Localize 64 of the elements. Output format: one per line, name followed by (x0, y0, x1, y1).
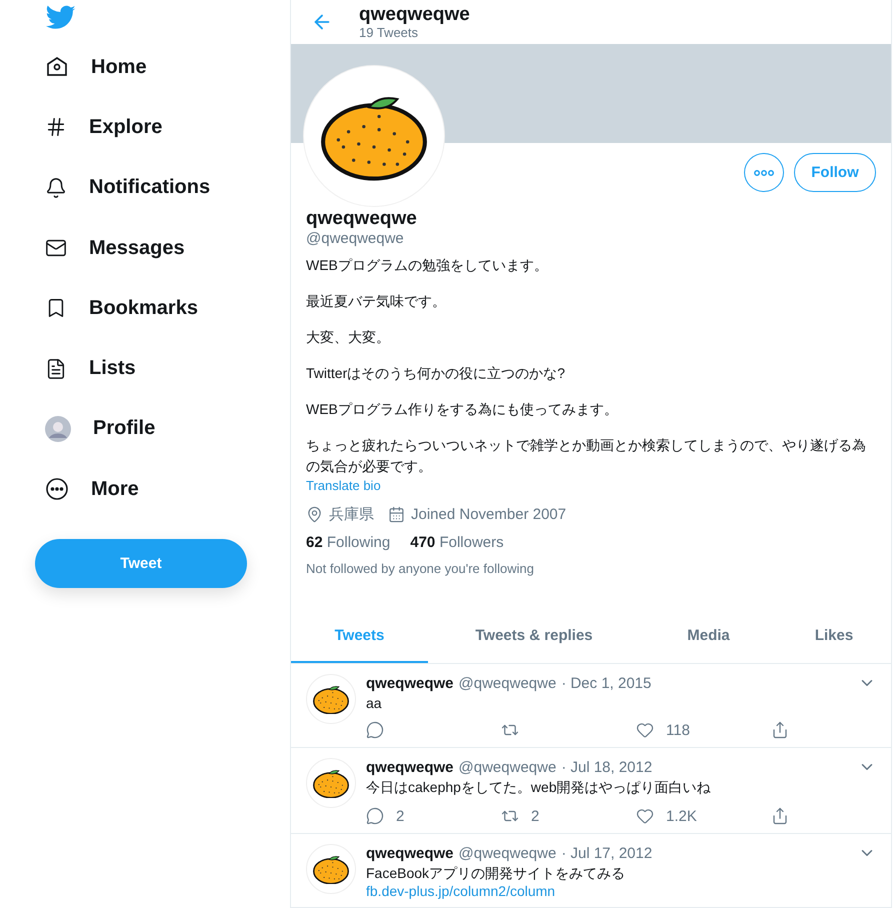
tweet-handle: @qweqweqwe (458, 844, 556, 862)
nav-item[interactable]: Profile (35, 398, 156, 460)
share-icon[interactable] (771, 807, 789, 825)
more-button[interactable] (744, 153, 784, 192)
tweet-text: FaceBookアプリの開発サイトをみてみる (366, 865, 626, 883)
tweet-text: 今日はcakephpをしてた。web開発はやっぱり面白いね (366, 779, 712, 797)
tweet-avatar[interactable] (306, 674, 356, 724)
profile-tab[interactable]: Likes (777, 610, 891, 663)
tweet-handle: @qweqweqwe (458, 758, 556, 776)
reply-icon[interactable] (366, 807, 384, 825)
list-icon[interactable] (45, 358, 67, 380)
profile-tab[interactable]: Media (640, 610, 777, 663)
followed-note: Not followed by anyone you're following (306, 561, 535, 576)
reply-count: 2 (396, 808, 404, 824)
hashtag-icon[interactable] (45, 116, 67, 138)
nav-item[interactable]: Notifications (35, 158, 210, 218)
profile-title: qweqweqwe (359, 4, 470, 25)
tweet-avatar[interactable] (306, 758, 356, 808)
bio-text: WEBプログラムの勉強をしています。 (306, 256, 549, 275)
reply-icon[interactable] (366, 721, 384, 739)
following-link[interactable]: 62 Following (306, 534, 390, 551)
profile-handle: @qweqweqwe (306, 230, 405, 247)
fruit-drawing (312, 768, 350, 798)
nav-item[interactable]: Home (35, 37, 147, 98)
like-count: 1.2K (666, 808, 697, 824)
nav-item[interactable]: More (35, 459, 139, 520)
tweet-date: · Dec 1, 2015 (561, 674, 652, 692)
nav-item[interactable]: Bookmarks (35, 278, 198, 338)
tweet-handle: @qweqweqwe (458, 674, 556, 692)
nav-item[interactable]: Explore (35, 97, 162, 158)
fruit-drawing (312, 684, 350, 714)
nav-item[interactable]: Messages (35, 218, 185, 278)
heart-icon[interactable] (636, 721, 654, 739)
tweet-count: 19 Tweets (359, 24, 420, 40)
location-text: 兵庫県 (329, 505, 374, 524)
followers-link[interactable]: 470 Followers (410, 534, 504, 551)
bio-text: Twitterはそのうち何かの役に立つのかな? (306, 364, 566, 383)
more-icon (754, 170, 774, 176)
tweet-author[interactable]: qweqweqwe (366, 674, 454, 692)
profile-name: qweqweqwe (306, 208, 418, 230)
bio-text: ちょっと疲れたらついついネットで雑学とか動画とか検索してしまうので、やり遂げる為の気合が必要です。 (306, 436, 867, 476)
profile-tab[interactable]: Tweets & replies (428, 610, 640, 663)
heart-icon[interactable] (636, 807, 654, 825)
bird-logo[interactable] (46, 5, 76, 31)
tweet-avatar[interactable] (306, 844, 356, 894)
bio-text: 大変、大変。 (306, 328, 391, 347)
fruit-drawing (312, 854, 350, 884)
bio-text: WEBプログラム作りをする為にも使ってみます。 (306, 400, 619, 419)
avatar-icon[interactable] (45, 416, 71, 442)
tweet-date: · Jul 17, 2012 (561, 844, 652, 862)
bio-text: 最近夏バテ気味です。 (306, 292, 447, 311)
bell-icon[interactable] (45, 176, 67, 199)
share-icon[interactable] (771, 721, 789, 739)
location-icon (306, 506, 323, 523)
joined-date: Joined November 2007 (411, 506, 566, 523)
retweet-count: 2 (531, 808, 540, 824)
tweet-text: aa (366, 695, 383, 711)
tweet-author[interactable]: qweqweqwe (366, 758, 454, 776)
tweet-date: · Jul 18, 2012 (561, 758, 652, 776)
nav-item[interactable]: Lists (35, 338, 136, 399)
like-count: 118 (666, 722, 690, 738)
tweet-author[interactable]: qweqweqwe (366, 844, 454, 862)
more-icon[interactable] (45, 477, 69, 502)
calendar-icon (388, 506, 405, 523)
